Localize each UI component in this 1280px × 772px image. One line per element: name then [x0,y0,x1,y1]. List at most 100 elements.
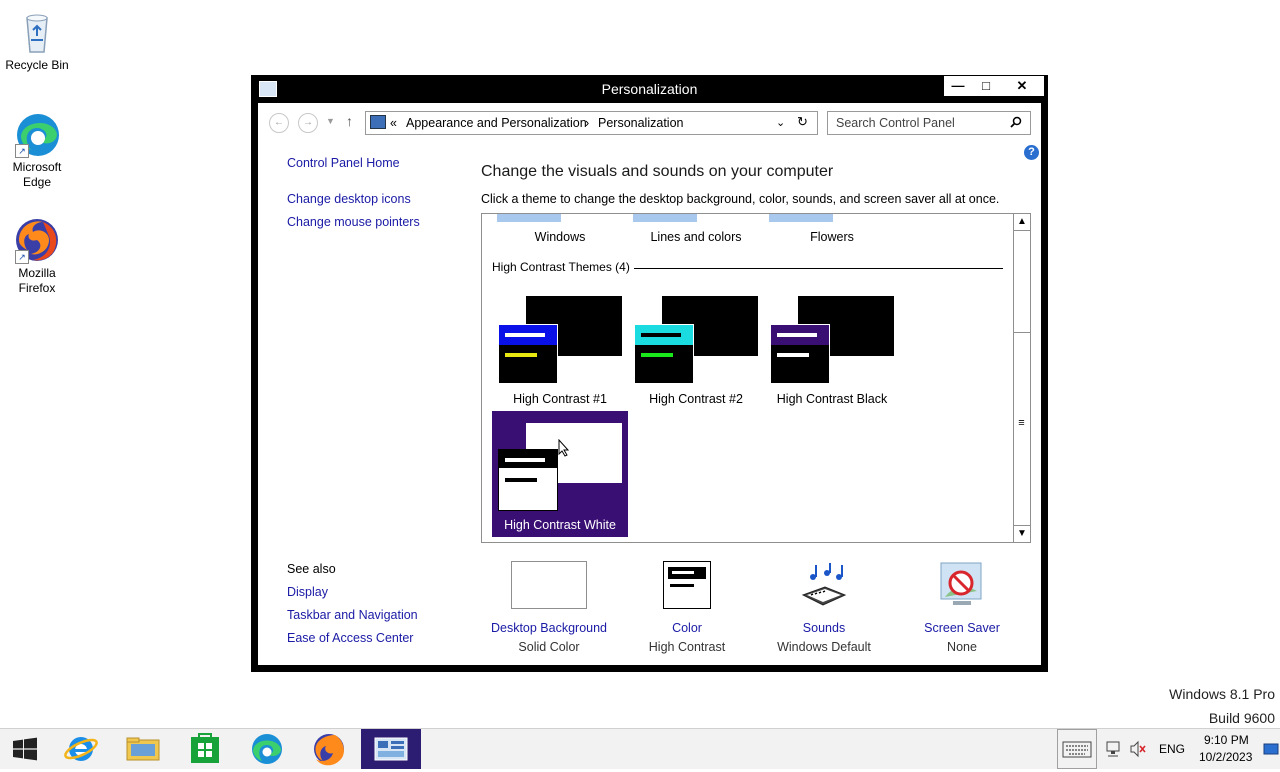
forward-arrow-icon[interactable]: → [298,113,318,133]
preview-title-bar [499,325,557,345]
theme-tile-high-contrast-2[interactable]: High Contrast #2 [628,288,764,414]
page-subheading: Click a theme to change the desktop back… [481,192,1000,206]
taskbar: ENG 9:10 PM 10/2/2023 [0,728,1280,769]
taskbar-edge[interactable] [237,729,297,769]
theme-list-scrollbar[interactable]: ▲ ≡ ▼ [1013,214,1030,542]
recycle-bin-icon [13,8,61,56]
clock-time[interactable]: 9:10 PM [1204,733,1249,747]
close-button[interactable]: ✕ [1000,76,1044,96]
preview-text-bar [777,353,809,357]
theme-name-flowers[interactable]: Flowers [764,230,900,244]
touch-keyboard-icon[interactable] [1057,729,1097,769]
firefox-icon [314,734,344,766]
edge-icon: ↗ [13,110,61,158]
minimize-button[interactable]: — [944,76,972,96]
screen-saver-icon [937,561,987,609]
ease-of-access-link[interactable]: Ease of Access Center [287,631,413,645]
preview-bar [505,458,545,462]
setting-color[interactable]: Color High Contrast [617,561,757,654]
see-also-label: See also [287,562,336,576]
setting-name[interactable]: Sounds [754,621,894,635]
taskbar-internet-explorer[interactable] [50,729,110,769]
theme-tile-high-contrast-black[interactable]: High Contrast Black [764,288,900,414]
taskbar-file-explorer[interactable] [113,729,173,769]
title-bar[interactable]: Personalization — □ ✕ [251,75,1048,103]
theme-name: High Contrast #2 [649,392,743,406]
theme-tile-high-contrast-1[interactable]: High Contrast #1 [492,288,628,414]
folder-icon [126,737,160,761]
desktop-icon-label: Mozilla Firefox [18,266,56,295]
theme-name-lines-and-colors[interactable]: Lines and colors [628,230,764,244]
setting-name[interactable]: Screen Saver [892,621,1032,635]
volume-muted-icon[interactable] [1128,729,1148,769]
color-icon [663,561,711,609]
windows-logo-icon [13,737,37,761]
theme-name: High Contrast Black [776,392,888,406]
desktop-icon-label: Microsoft Edge [12,160,62,189]
control-panel-home-link[interactable]: Control Panel Home [287,156,400,170]
theme-thumb-lines[interactable] [633,214,697,222]
display-link[interactable]: Display [287,585,328,599]
refresh-icon[interactable]: ↻ [797,114,808,130]
group-label: High Contrast Themes (4) [492,260,630,274]
breadcrumb-separator[interactable]: › [585,116,589,130]
taskbar-control-panel[interactable] [361,729,421,769]
maximize-button[interactable]: □ [972,76,1000,96]
setting-sounds[interactable]: Sounds Windows Default [754,561,894,654]
preview-text-bar [505,478,537,482]
change-mouse-pointers-link[interactable]: Change mouse pointers [287,215,420,229]
desktop-background-icon [511,561,587,609]
setting-desktop-background[interactable]: Desktop Background Solid Color [479,561,619,654]
address-dropdown-icon[interactable]: ⌄ [776,116,785,129]
group-divider [634,268,1003,269]
show-desktop-icon[interactable] [1262,729,1280,769]
breadcrumb-personalization[interactable]: Personalization [598,116,683,130]
taskbar-navigation-link[interactable]: Taskbar and Navigation [287,608,418,622]
setting-screen-saver[interactable]: Screen Saver None [892,561,1032,654]
firefox-icon: ↗ [13,216,61,264]
preview-bar [641,333,681,337]
setting-value: High Contrast [648,640,726,654]
breadcrumb-appearance[interactable]: Appearance and Personalization [406,116,587,130]
scroll-up-arrow-icon[interactable]: ▲ [1014,214,1030,231]
theme-thumb-windows[interactable] [497,214,561,222]
taskbar-store[interactable] [175,729,235,769]
clock-date[interactable]: 10/2/2023 [1199,750,1252,764]
back-arrow-icon[interactable]: ← [269,113,289,133]
setting-name[interactable]: Desktop Background [479,621,619,635]
os-version-watermark: Windows 8.1 Pro [1169,686,1275,702]
search-box[interactable]: Search Control Panel [827,111,1031,135]
theme-thumb-flowers[interactable] [769,214,833,222]
scroll-thumb-grip-icon[interactable]: ≡ [1017,418,1026,429]
setting-name[interactable]: Color [617,621,757,635]
search-icon[interactable] [1010,116,1022,131]
network-icon[interactable] [1104,729,1124,769]
theme-name: High Contrast White [504,518,616,532]
setting-value: Windows Default [777,640,871,654]
start-button[interactable] [0,729,50,769]
internet-explorer-icon [64,737,98,761]
scroll-down-arrow-icon[interactable]: ▼ [1014,525,1030,542]
up-arrow-icon[interactable]: ↑ [346,113,353,129]
preview-text-bar [505,353,537,357]
search-placeholder: Search Control Panel [836,116,955,130]
os-build-watermark: Build 9600 [1208,710,1275,726]
personalization-window: Personalization — □ ✕ ← → ▼ ↑ « Appearan… [251,75,1048,672]
theme-preview-window [498,449,558,511]
theme-tile-high-contrast-white[interactable]: High Contrast White [492,411,628,537]
change-desktop-icons-link[interactable]: Change desktop icons [287,192,411,206]
taskbar-firefox[interactable] [299,729,359,769]
desktop-icon-firefox[interactable]: ↗ Mozilla Firefox [1,216,73,296]
preview-title-bar [635,325,693,345]
page-heading: Change the visuals and sounds on your co… [481,163,834,180]
edge-icon [252,734,282,764]
desktop-icon-recycle-bin[interactable]: Recycle Bin [1,8,73,73]
help-icon[interactable]: ? [1024,145,1039,160]
desktop-icon-edge[interactable]: ↗ Microsoft Edge [1,110,73,190]
theme-name-windows[interactable]: Windows [492,230,628,244]
address-bar[interactable]: « Appearance and Personalization › Perso… [365,111,818,135]
input-language-indicator[interactable]: ENG [1159,742,1185,756]
recent-locations-chevron-icon[interactable]: ▼ [326,116,335,126]
store-icon [191,733,219,763]
window-client-area: ← → ▼ ↑ « Appearance and Personalization… [258,103,1041,665]
